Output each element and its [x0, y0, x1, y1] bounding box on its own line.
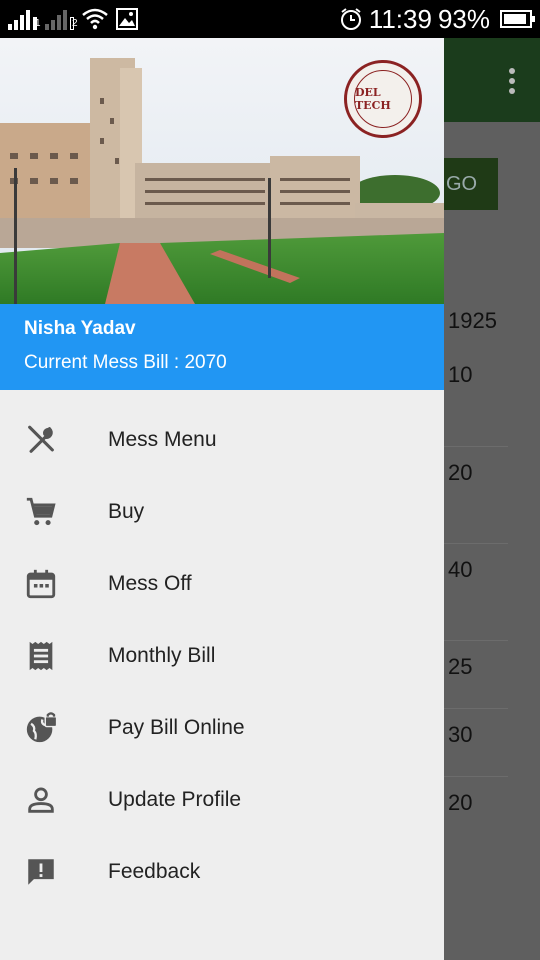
campus-header-image: DEL TECH	[0, 38, 444, 304]
menu-item-monthly-bill[interactable]: Monthly Bill	[0, 620, 444, 692]
current-mess-bill: Current Mess Bill : 2070	[24, 352, 227, 373]
battery-icon	[500, 10, 535, 28]
calendar-icon	[26, 569, 56, 599]
feedback-icon	[28, 859, 54, 885]
bg-value: 25	[448, 654, 473, 679]
divider	[444, 640, 508, 641]
user-info-panel: Nisha Yadav Current Mess Bill : 2070	[0, 304, 444, 390]
receipt-icon	[29, 641, 53, 671]
cart-icon	[26, 497, 56, 526]
menu-item-feedback[interactable]: Feedback	[0, 836, 444, 908]
bg-value: 30	[448, 722, 473, 747]
bg-value: 20	[448, 460, 473, 485]
image-notification-icon	[116, 8, 138, 30]
status-bar: 1 2 11:39 93%	[0, 0, 540, 38]
divider	[444, 446, 508, 447]
wifi-icon	[82, 8, 108, 30]
menu-item-update-profile[interactable]: Update Profile	[0, 764, 444, 836]
university-logo: DEL TECH	[344, 60, 422, 138]
alarm-icon	[340, 8, 361, 30]
go-button[interactable]: GO	[444, 158, 498, 210]
sim2-label: 2	[70, 17, 78, 30]
menu-item-buy[interactable]: Buy	[0, 476, 444, 548]
bg-value: 40	[448, 557, 473, 582]
battery-percent: 93%	[437, 3, 490, 34]
signal-icon: 1	[8, 8, 41, 30]
app-toolbar	[444, 38, 540, 122]
globe-lock-icon	[26, 712, 58, 743]
bg-value: 1925	[448, 308, 497, 333]
drawer-menu: Mess Menu Buy Mess Off Monthly Bill Pay …	[0, 404, 444, 908]
menu-item-mess-off[interactable]: Mess Off	[0, 548, 444, 620]
signal-2-icon: 2	[45, 8, 78, 30]
sim1-label: 1	[33, 17, 41, 30]
bg-value: 10	[448, 362, 473, 387]
person-icon	[28, 787, 54, 813]
navigation-drawer: DEL TECH Nisha Yadav Current Mess Bill :…	[0, 38, 444, 960]
divider	[444, 776, 508, 777]
divider	[444, 708, 508, 709]
divider	[444, 543, 508, 544]
menu-item-mess-menu[interactable]: Mess Menu	[0, 404, 444, 476]
overflow-menu-icon[interactable]	[509, 68, 515, 94]
bg-value: 20	[448, 790, 473, 815]
clock: 11:39	[368, 3, 432, 34]
user-name: Nisha Yadav	[24, 318, 136, 339]
fork-spoon-icon	[28, 425, 54, 453]
menu-item-pay-bill-online[interactable]: Pay Bill Online	[0, 692, 444, 764]
